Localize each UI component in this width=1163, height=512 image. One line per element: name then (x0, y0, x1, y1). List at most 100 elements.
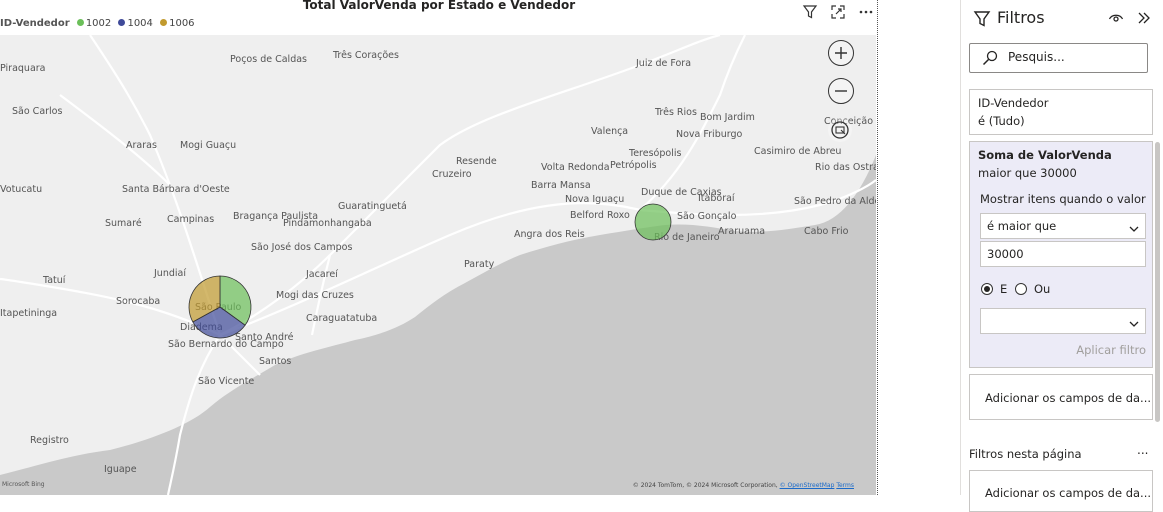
place-label: Itaboraí (698, 193, 735, 204)
bubble-slice[interactable] (634, 203, 672, 241)
place-label: Poços de Caldas (230, 54, 307, 65)
visual-border (877, 0, 878, 495)
place-label: Itapetininga (0, 308, 57, 319)
place-label: Sorocaba (116, 296, 160, 307)
place-label: Paraty (464, 259, 495, 270)
place-label: Mogi Guaçu (180, 140, 236, 151)
add-fields-visual-drop[interactable]: Adicionar os campos de da... (969, 374, 1153, 420)
place-label: Campinas (167, 214, 214, 225)
focus-mode-icon[interactable] (828, 2, 848, 22)
visual-title: Total ValorVenda por Estado e Vendedor (302, 0, 576, 12)
place-label: Araras (126, 140, 157, 151)
place-label: Jacareí (305, 269, 338, 280)
place-label: Belford Roxo (570, 210, 630, 221)
place-label: Casimiro de Abreu (754, 146, 841, 157)
place-label: Registro (30, 435, 69, 446)
legend-item-1006[interactable]: 1006 (160, 18, 195, 29)
filters-pane: Filtros Pesquis... ID-Vendedor é (Tudo) … (960, 0, 1163, 512)
place-label: São Vicente (198, 376, 254, 387)
funnel-icon (973, 10, 991, 31)
place-label: Jundiaí (153, 268, 186, 279)
filter-icon[interactable] (800, 2, 820, 22)
place-label: Valença (591, 126, 628, 137)
place-label: Votucatu (0, 184, 42, 195)
search-placeholder: Pesquis... (1008, 50, 1065, 64)
zoom-out-button[interactable] (828, 78, 854, 104)
place-label: Iguape (104, 464, 137, 475)
value-input[interactable]: 30000 (980, 241, 1146, 267)
filter-card-seller[interactable]: ID-Vendedor é (Tudo) (969, 89, 1153, 135)
and-label: E (1000, 282, 1008, 296)
page-filters-more-button[interactable]: ... (1137, 443, 1148, 457)
visibility-eye-icon[interactable] (1108, 10, 1124, 29)
place-label: Caraguatatuba (306, 313, 377, 324)
filter-sum-name: Soma de ValorVenda (978, 148, 1112, 162)
place-label: Nova Iguaçu (565, 194, 624, 205)
bing-logo: Microsoft Bing (2, 481, 45, 488)
chevron-down-icon (1129, 222, 1139, 236)
place-label: Volta Redonda (541, 162, 610, 173)
place-label: Cabo Frio (804, 226, 849, 237)
place-label: Rio das Ostras (815, 162, 876, 173)
map-visual[interactable]: Total ValorVenda por Estado e Vendedor I… (0, 0, 878, 495)
place-label: Angra dos Reis (514, 229, 585, 240)
place-label: Petrópolis (610, 160, 657, 171)
place-label: Bom Jardim (700, 112, 755, 123)
filter-sum-state: maior que 30000 (978, 166, 1077, 180)
more-options-icon[interactable] (856, 2, 876, 22)
map-copyright: © 2024 TomTom, © 2024 Microsoft Corporat… (632, 482, 854, 489)
pane-title: Filtros (997, 8, 1045, 27)
legend-dot-icon (160, 19, 168, 26)
filter-seller-state: é (Tudo) (978, 114, 1025, 128)
search-input[interactable]: Pesquis... (969, 43, 1148, 73)
legend-title: ID-Vendedor (0, 18, 70, 29)
show-items-label: Mostrar itens quando o valor (980, 192, 1146, 206)
page-filters-label: Filtros nesta página (969, 447, 1082, 461)
filter-card-sum[interactable]: Soma de ValorVenda maior que 30000 Mostr… (969, 141, 1153, 368)
place-label: Juiz de Fora (635, 58, 691, 69)
place-label: São Carlos (12, 106, 62, 117)
legend-dot-icon (118, 19, 126, 26)
or-radio[interactable] (1015, 283, 1027, 295)
place-label: Araruama (718, 226, 765, 237)
filter-seller-name: ID-Vendedor (978, 96, 1049, 110)
place-label: Três Rios (654, 107, 697, 118)
second-condition-dropdown[interactable] (980, 308, 1146, 334)
and-radio[interactable] (981, 283, 993, 295)
add-fields-page-drop[interactable]: Adicionar os campos de da... (969, 470, 1153, 512)
legend: ID-Vendedor 1002 1004 1006 (0, 18, 199, 29)
place-label: Teresópolis (628, 148, 681, 159)
place-label: Resende (456, 156, 497, 167)
place-label: Mogi das Cruzes (276, 290, 354, 301)
visual-header (800, 2, 876, 22)
place-label: Santa Bárbara d'Oeste (122, 184, 230, 195)
terms-link[interactable]: Terms (836, 482, 854, 489)
place-label: Pindamonhangaba (283, 218, 372, 229)
place-label: São Gonçalo (677, 211, 737, 222)
search-icon (982, 50, 998, 69)
place-label: São José dos Campos (251, 242, 352, 253)
zoom-in-button[interactable] (828, 40, 854, 66)
condition-dropdown[interactable]: é maior que (980, 213, 1146, 239)
pane-header: Filtros (973, 8, 1156, 30)
place-label: Três Corações (332, 50, 399, 61)
place-label: Barra Mansa (531, 180, 591, 191)
legend-item-1004[interactable]: 1004 (118, 18, 153, 29)
place-label: Sumaré (105, 218, 142, 229)
legend-item-1002[interactable]: 1002 (76, 18, 111, 29)
place-label: Piraquara (0, 63, 46, 74)
pane-scrollbar[interactable] (1155, 142, 1160, 422)
openstreetmap-link[interactable]: © OpenStreetMap (780, 482, 835, 489)
or-label: Ou (1034, 282, 1051, 296)
map-canvas[interactable]: Poços de Caldas Três Corações Juiz de Fora… (0, 35, 876, 495)
collapse-pane-icon[interactable] (1136, 10, 1152, 29)
place-label: São Pedro da Aldeia (794, 196, 876, 207)
place-label: São Bernardo do Campo (168, 339, 284, 350)
legend-dot-icon (76, 19, 84, 26)
place-label: Tatuí (42, 275, 66, 286)
place-label: Cruzeiro (432, 169, 472, 180)
map-view-icon[interactable] (828, 118, 852, 142)
place-label: Nova Friburgo (676, 129, 743, 140)
place-label: Guaratinguetá (338, 201, 407, 212)
apply-filter-button[interactable]: Aplicar filtro (1076, 343, 1146, 357)
